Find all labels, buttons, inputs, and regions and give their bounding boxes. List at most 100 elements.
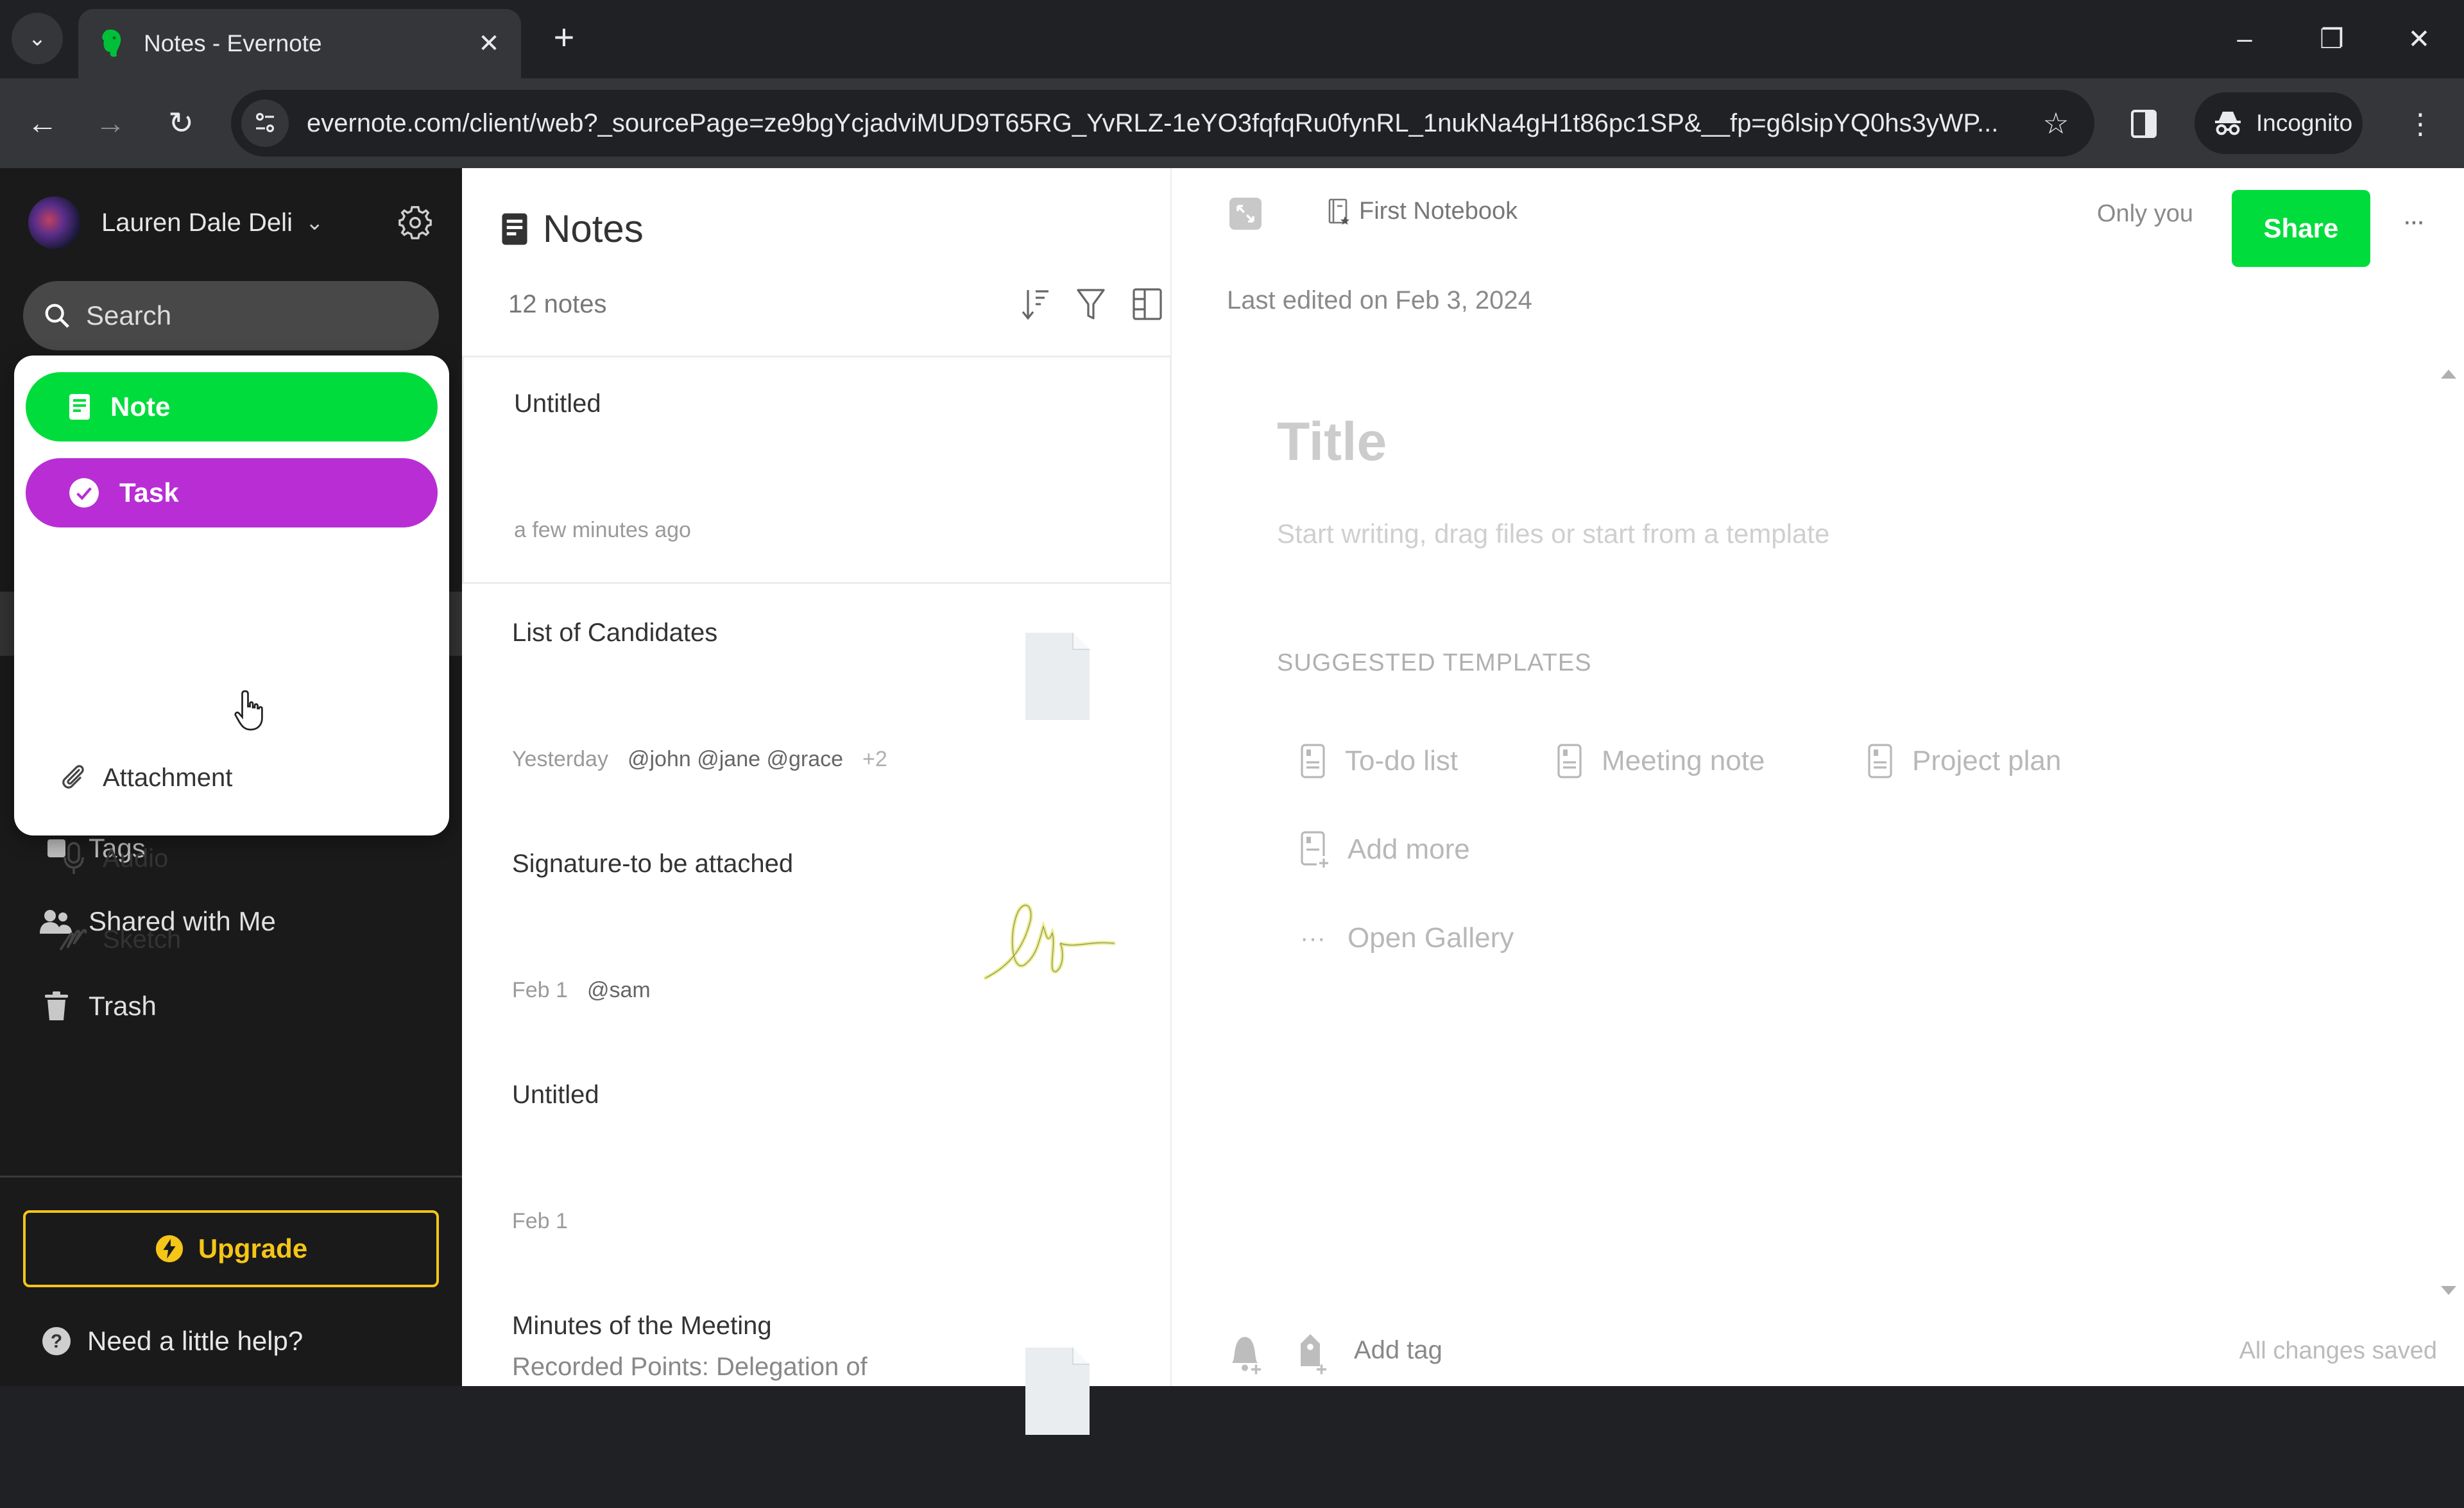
editor-footer: Add tag All changes saved — [1172, 1323, 2464, 1386]
question-circle-icon: ? — [41, 1326, 72, 1357]
arrow-left-icon: ← — [27, 106, 58, 141]
sketch-icon — [56, 926, 91, 953]
new-audio-item[interactable]: Audio — [56, 833, 168, 884]
address-bar[interactable]: evernote.com/client/web?_sourcePage=ze9b… — [231, 90, 2094, 157]
search-icon — [45, 304, 69, 328]
bell-plus-icon — [1232, 1337, 1261, 1375]
tab-search-button[interactable]: ⌄ — [12, 13, 63, 64]
tune-icon[interactable] — [241, 99, 289, 147]
lightning-icon — [155, 1234, 184, 1264]
browser-toolbar: ← → ↻ evernote.com/client/web?_sourcePag… — [0, 78, 2464, 168]
note-card[interactable]: Untitled a few minutes ago — [462, 356, 1172, 584]
browser-menu-button[interactable]: ⋮ — [2401, 101, 2440, 148]
new-note-button[interactable]: Note — [26, 372, 438, 441]
search-placeholder: Search — [86, 300, 172, 330]
open-gallery-label: Open Gallery — [1348, 922, 1514, 954]
view-options-button[interactable] — [1128, 285, 1167, 323]
note-card[interactable]: Signature-to be attached Feb 1 @sam — [462, 818, 1172, 1046]
view-layout-icon — [1133, 288, 1162, 320]
settings-button[interactable] — [393, 200, 438, 245]
note-title: Untitled — [512, 1081, 599, 1109]
add-reminder-button[interactable] — [1226, 1331, 1264, 1379]
note-title: Minutes of the Meeting — [512, 1312, 772, 1340]
kebab-icon: ⋮ — [2406, 108, 2434, 140]
microphone-icon — [56, 842, 91, 875]
new-task-button[interactable]: Task — [26, 458, 438, 527]
note-body-input[interactable]: Start writing, drag files or start from … — [1277, 518, 1829, 549]
filter-button[interactable] — [1072, 285, 1110, 323]
note-title-input[interactable]: Title — [1277, 411, 1387, 473]
template-project-plan[interactable]: Project plan — [1867, 735, 2061, 787]
search-input[interactable]: Search — [23, 281, 439, 350]
sort-button[interactable] — [1016, 285, 1055, 323]
check-circle-icon — [68, 477, 100, 509]
paperclip-icon — [56, 762, 91, 793]
add-tag-icon-button[interactable] — [1291, 1331, 1330, 1379]
url-text[interactable]: evernote.com/client/web?_sourcePage=ze9b… — [307, 109, 2030, 138]
template-meeting-note[interactable]: Meeting note — [1557, 735, 1765, 787]
new-task-label: Task — [119, 477, 179, 508]
new-item-menu: Note Task Attachment Audio Sketch — [14, 356, 449, 954]
scroll-down-arrow[interactable] — [2441, 1286, 2456, 1295]
reload-icon: ↻ — [167, 107, 194, 141]
note-title: Untitled — [514, 390, 601, 418]
add-tag-input[interactable]: Add tag — [1354, 1336, 1442, 1365]
restore-button[interactable]: ❐ — [2300, 13, 2364, 64]
note-title: List of Candidates — [512, 619, 718, 647]
share-button[interactable]: Share — [2232, 190, 2370, 267]
file-thumbnail-icon — [1024, 1346, 1091, 1439]
back-button[interactable]: ← — [19, 100, 65, 146]
incognito-icon — [2215, 112, 2241, 135]
filter-icon — [1077, 289, 1105, 320]
note-card[interactable]: List of Candidates Yesterday @john @jane… — [462, 587, 1172, 815]
minimize-button[interactable]: – — [2212, 13, 2277, 64]
incognito-indicator[interactable]: Incognito — [2194, 92, 2363, 154]
template-icon — [1557, 743, 1582, 779]
note-meta: Feb 1 — [512, 1209, 568, 1234]
more-actions-button[interactable]: ··· — [2402, 205, 2426, 237]
template-todo-list[interactable]: To-do list — [1300, 735, 1458, 787]
audio-label: Audio — [103, 844, 169, 873]
note-card[interactable]: Untitled Feb 1 — [462, 1049, 1172, 1277]
tab-title: Notes - Evernote — [144, 30, 322, 56]
open-gallery-link[interactable]: ··· Open Gallery — [1297, 913, 1514, 964]
new-attachment-item[interactable]: Attachment — [56, 752, 232, 803]
gear-icon — [398, 206, 432, 239]
browser-tab-active[interactable]: Notes - Evernote ✕ — [78, 9, 521, 78]
notebook-breadcrumb[interactable]: First Notebook — [1328, 198, 1518, 225]
restore-icon: ❐ — [2320, 23, 2344, 54]
new-tab-button[interactable]: + — [543, 18, 585, 60]
template-label: Project plan — [1912, 745, 2062, 776]
notebook-icon — [1328, 198, 1350, 225]
account-switcher[interactable]: Lauren Dale Deli ⌄ — [28, 194, 323, 252]
side-panel-icon — [2131, 110, 2157, 138]
template-label: Meeting note — [1602, 745, 1765, 776]
note-meta: Feb 1 @sam — [512, 978, 651, 1003]
reload-button[interactable]: ↻ — [158, 100, 204, 146]
close-icon[interactable]: ✕ — [470, 29, 508, 58]
forward-button[interactable]: → — [87, 100, 133, 146]
help-label: Need a little help? — [87, 1326, 304, 1356]
expand-icon — [1236, 205, 1254, 223]
note-card[interactable]: Minutes of the Meeting Recorded Points: … — [462, 1280, 1172, 1508]
user-name: Lauren Dale Deli — [101, 208, 293, 237]
note-date: Feb 1 — [512, 978, 568, 1002]
sidebar-item-trash[interactable]: Trash — [38, 981, 157, 1032]
add-more-templates[interactable]: Add more — [1300, 824, 1470, 875]
hand-cursor-icon — [234, 689, 268, 735]
scroll-up-arrow[interactable] — [2441, 370, 2456, 379]
ellipsis-icon: ··· — [1300, 923, 1326, 952]
svg-text:?: ? — [51, 1331, 62, 1352]
window-close-button[interactable]: ✕ — [2387, 13, 2451, 64]
side-panel-button[interactable] — [2121, 101, 2166, 146]
notebook-name: First Notebook — [1359, 198, 1518, 225]
note-snippet: Recorded Points: Delegation of — [512, 1353, 868, 1381]
upgrade-button[interactable]: Upgrade — [23, 1210, 439, 1287]
expand-note-button[interactable] — [1229, 198, 1262, 230]
new-sketch-item[interactable]: Sketch — [56, 914, 181, 965]
help-link[interactable]: ? Need a little help? — [41, 1315, 303, 1367]
add-template-icon — [1300, 830, 1328, 869]
note-icon — [68, 393, 91, 421]
last-edited-timestamp: Last edited on Feb 3, 2024 — [1227, 286, 1532, 314]
star-icon[interactable]: ☆ — [2030, 106, 2082, 141]
